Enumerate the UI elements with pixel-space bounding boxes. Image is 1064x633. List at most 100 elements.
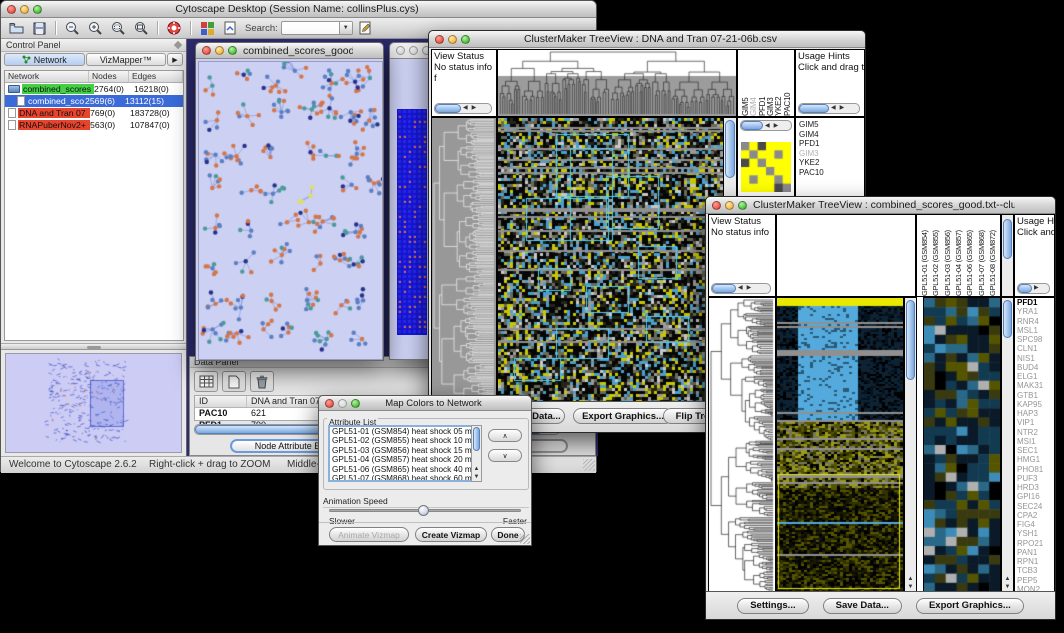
gene-label[interactable]: FIG4 <box>1017 520 1054 529</box>
attribute-list-item[interactable]: GPL51-04 (GSM857) heat shock 20 min <box>330 455 478 464</box>
move-up-button[interactable]: ∧ <box>488 429 522 442</box>
attribute-list-item[interactable]: GPL51-01 (GSM854) heat shock 05 min <box>330 427 478 436</box>
gene-label[interactable]: YKE2 <box>799 158 864 168</box>
resize-grip[interactable] <box>520 534 530 544</box>
minimize-icon[interactable] <box>725 201 734 210</box>
tab-network[interactable]: Network <box>4 53 85 66</box>
column-labels-panel[interactable]: GIM5GIM4PFD1GIM3YKE2PAC10 <box>737 49 795 117</box>
network-canvas[interactable] <box>198 61 383 360</box>
network-list-header[interactable]: Network Nodes Edges <box>5 71 183 83</box>
tab-overflow-icon[interactable]: ▶ <box>167 53 183 66</box>
gene-label[interactable]: RPN1 <box>1017 557 1054 566</box>
annotation-icon[interactable] <box>356 19 376 37</box>
search-input[interactable]: ▼ <box>281 21 353 35</box>
zoom-window-icon[interactable] <box>738 201 747 210</box>
gene-label[interactable]: PHO81 <box>1017 465 1054 474</box>
zoom-window-icon[interactable] <box>461 35 470 44</box>
main-titlebar[interactable]: Cytoscape Desktop (Session Name: collins… <box>1 1 596 18</box>
heatmap-panel[interactable]: ▲ ▼ <box>497 117 737 403</box>
vizmapper-icon[interactable] <box>197 19 217 37</box>
close-icon[interactable] <box>325 399 334 408</box>
select-attributes-icon[interactable] <box>194 371 218 392</box>
tab-vizmapper[interactable]: VizMapper™ <box>86 53 167 66</box>
help-icon[interactable] <box>164 19 184 37</box>
float-panel-icon[interactable] <box>174 41 182 49</box>
minimize-icon[interactable] <box>20 5 29 14</box>
scroll-right-icon[interactable]: ▶ <box>745 283 754 294</box>
network2-canvas[interactable] <box>397 109 427 335</box>
gene-label[interactable]: MSL1 <box>1017 326 1054 335</box>
attribute-list-item[interactable]: GPL51-07 (GSM868) heat shock 60 min <box>330 474 478 482</box>
gene-label[interactable]: PAN1 <box>1017 548 1054 557</box>
network-titlebar[interactable]: combined_scores_good.txt--cluste... <box>196 43 383 59</box>
zoom-selected-icon[interactable] <box>108 19 128 37</box>
zoom-window-icon[interactable] <box>351 399 360 408</box>
minimize-icon[interactable] <box>448 35 457 44</box>
gene-label[interactable]: GIM3 <box>799 149 864 159</box>
create-vizmap-button[interactable]: Create Vizmap <box>415 527 487 542</box>
scroll-down-icon[interactable]: ▼ <box>905 584 916 590</box>
gene-label[interactable]: CPA2 <box>1017 511 1054 520</box>
gene-label[interactable]: GIM4 <box>799 130 864 140</box>
minimize-icon[interactable] <box>338 399 347 408</box>
close-icon[interactable] <box>712 201 721 210</box>
speed-slider-thumb[interactable] <box>418 505 429 516</box>
attribute-list-item[interactable]: GPL51-06 (GSM865) heat shock 40 min <box>330 465 478 474</box>
column-dendrogram-panel[interactable] <box>497 49 737 117</box>
dialog-titlebar[interactable]: Map Colors to Network <box>319 396 531 411</box>
animate-vizmap-button[interactable]: Animate Vizmap <box>329 527 409 542</box>
gene-list-panel[interactable]: PFD1YRA1RNR4MSL1SPC98CLN1NIS1BUD4ELG1MAK… <box>1014 297 1055 593</box>
gene-label[interactable]: GPI16 <box>1017 492 1054 501</box>
gene-label[interactable]: SEC24 <box>1017 502 1054 511</box>
gene-label[interactable]: PUF3 <box>1017 474 1054 483</box>
network-list-row[interactable]: DNA and Tran 07769(0)183728(0) <box>5 107 183 119</box>
new-attribute-icon[interactable] <box>222 371 246 392</box>
close-icon[interactable] <box>202 46 211 55</box>
scroll-left-icon[interactable]: ◀ <box>763 122 772 129</box>
scroll-up-icon[interactable]: ▲ <box>472 466 481 472</box>
panel-splitter[interactable] <box>1 343 186 350</box>
gene-label[interactable]: YRA1 <box>1017 307 1054 316</box>
gene-label[interactable]: PAC10 <box>799 168 864 178</box>
settings----button[interactable]: Settings... <box>737 598 808 614</box>
gene-label[interactable]: HRD3 <box>1017 483 1054 492</box>
gene-label[interactable]: CLN1 <box>1017 344 1054 353</box>
scroll-down-icon[interactable]: ▼ <box>472 474 481 480</box>
treeview-combined-titlebar[interactable]: ClusterMaker TreeView : combined_scores_… <box>706 197 1055 214</box>
export-graphics----button[interactable]: Export Graphics... <box>916 598 1024 614</box>
close-icon[interactable] <box>7 5 16 14</box>
gene-label[interactable]: NIS1 <box>1017 354 1054 363</box>
attribute-list-vscrollbar[interactable]: ▲ ▼ <box>471 425 482 482</box>
row-dendrogram-panel[interactable] <box>431 117 497 403</box>
gene-label[interactable]: RNR4 <box>1017 317 1054 326</box>
delete-attribute-icon[interactable] <box>250 371 274 392</box>
network-list-row[interactable]: RNAPuberNov2+563(0)107847(0) <box>5 119 183 131</box>
zoom-window-icon[interactable] <box>33 5 42 14</box>
gene-label[interactable]: MSI1 <box>1017 437 1054 446</box>
gene-label[interactable]: PEP5 <box>1017 576 1054 585</box>
open-icon[interactable] <box>6 19 26 37</box>
close-icon[interactable] <box>435 35 444 44</box>
zoom-fit-icon[interactable] <box>131 19 151 37</box>
gene-label[interactable]: RPO21 <box>1017 539 1054 548</box>
zoom-heatmap-panel[interactable] <box>923 297 1001 593</box>
export-graphics----button[interactable]: Export Graphics... <box>573 408 673 424</box>
scroll-right-icon[interactable]: ▶ <box>1032 283 1041 294</box>
heatmap-vscrollbar[interactable]: ▲ ▼ <box>904 297 917 593</box>
gene-label[interactable]: MAK31 <box>1017 381 1054 390</box>
attribute-list-item[interactable]: GPL51-02 (GSM855) heat shock 10 min <box>330 436 478 445</box>
attribute-list[interactable]: GPL51-01 (GSM854) heat shock 05 minGPL51… <box>328 425 480 482</box>
network-list-row[interactable]: combined_scores2764(0)16218(0) <box>5 83 183 95</box>
scroll-right-icon[interactable]: ▶ <box>772 122 781 129</box>
scroll-down-icon[interactable]: ▼ <box>1002 584 1013 590</box>
scroll-up-icon[interactable]: ▲ <box>1002 576 1013 582</box>
gene-label[interactable]: SPC98 <box>1017 335 1054 344</box>
network-overview-minimap[interactable] <box>5 353 182 453</box>
minimize-icon[interactable] <box>409 46 418 55</box>
attribute-list-item[interactable]: GPL51-03 (GSM856) heat shock 15 min <box>330 446 478 455</box>
treeview-dna-titlebar[interactable]: ClusterMaker TreeView : DNA and Tran 07-… <box>429 31 865 48</box>
gene-label[interactable]: KAP95 <box>1017 400 1054 409</box>
gene-label[interactable]: SEC1 <box>1017 446 1054 455</box>
move-down-button[interactable]: ∨ <box>488 449 522 462</box>
gene-label[interactable]: HMG1 <box>1017 455 1054 464</box>
